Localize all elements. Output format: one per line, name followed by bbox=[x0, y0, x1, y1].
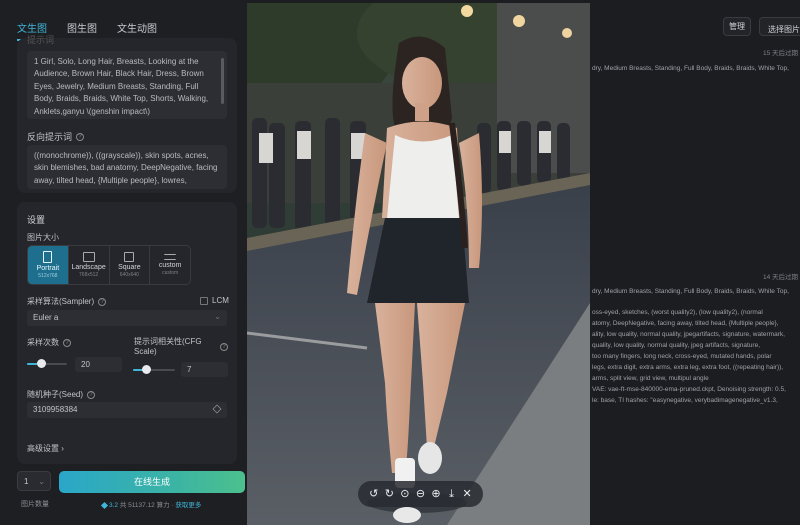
expiry-label: 15 天后过期 bbox=[762, 50, 798, 57]
steps-input[interactable]: 20 bbox=[75, 357, 122, 372]
seed-label: 随机种子(Seed) ? bbox=[27, 389, 96, 400]
cfg-input[interactable]: 7 bbox=[181, 362, 228, 377]
sampler-value: Euler a bbox=[33, 313, 59, 322]
help-icon[interactable]: ? bbox=[98, 297, 107, 306]
portrait-icon bbox=[43, 251, 53, 263]
landscape-icon bbox=[82, 252, 95, 262]
size-name: Square bbox=[118, 264, 141, 271]
slider-handle[interactable] bbox=[37, 359, 46, 368]
image-count-value: 1 bbox=[24, 477, 29, 486]
history-generation-details: oss-eyed, sketches, (worst quality2), (l… bbox=[592, 309, 786, 404]
generate-button[interactable]: 在线生成 bbox=[59, 471, 245, 493]
size-dimensions: 640x640 bbox=[119, 272, 139, 278]
advanced-settings-toggle[interactable]: 高级设置 › bbox=[27, 443, 64, 454]
image-count-label: 图片数量 bbox=[21, 501, 49, 508]
settings-card: 设置 图片大小 Portrait 512x768 Landscape 768x5… bbox=[17, 202, 237, 464]
size-option-custom[interactable]: custom custom bbox=[150, 246, 190, 284]
prompt-text: 1 Girl, Solo, Long Hair, Breasts, Lookin… bbox=[34, 57, 209, 116]
history-prompt-text: dry, Medium Breasts, Standing, Full Body… bbox=[592, 288, 789, 295]
get-more-link[interactable]: 获取更多 bbox=[175, 502, 201, 509]
history-panel: 管理 选择图片 15 天后过期 dry, Medium Breasts, Sta… bbox=[590, 0, 800, 525]
compute-balance: 3.2 共 51137.12 算力 · 获取更多 bbox=[100, 499, 201, 509]
compute-icon bbox=[100, 501, 109, 509]
cost-amount: 3.2 bbox=[109, 502, 119, 509]
manage-button[interactable]: 管理 bbox=[723, 17, 751, 36]
help-icon[interactable]: ? bbox=[63, 338, 71, 347]
steps-label-text: 采样次数 bbox=[27, 338, 59, 347]
history-prompt-text: dry, Medium Breasts, Standing, Full Body… bbox=[592, 65, 789, 72]
image-size-label: 图片大小 bbox=[27, 233, 59, 242]
size-option-square[interactable]: Square 640x640 bbox=[110, 246, 151, 284]
generated-image bbox=[247, 3, 590, 525]
tab-text-to-gif[interactable]: 文生动图 bbox=[117, 20, 157, 40]
steps-slider[interactable] bbox=[27, 359, 67, 368]
lcm-checkbox[interactable]: LCM bbox=[200, 296, 229, 305]
negative-prompt-label: 反向提示词 ? bbox=[27, 130, 85, 143]
chevron-down-icon: ⌄ bbox=[38, 477, 45, 486]
sliders-icon bbox=[164, 254, 177, 260]
slider-handle[interactable] bbox=[141, 365, 151, 374]
generation-panel: 文生图 图生图 文生动图 提示词 1 Girl, Solo, Long Hair… bbox=[0, 0, 247, 525]
size-dimensions: 768x512 bbox=[79, 272, 99, 278]
image-size-selector: Portrait 512x768 Landscape 768x512 Squar… bbox=[27, 245, 191, 285]
expiry-label: 14 天后过期 bbox=[762, 274, 798, 281]
dice-icon[interactable] bbox=[212, 404, 222, 414]
chevron-down-icon: ⌄ bbox=[214, 312, 221, 321]
seed-input[interactable]: 3109958384 bbox=[27, 402, 227, 418]
size-name: Landscape bbox=[71, 264, 106, 271]
help-icon[interactable]: ? bbox=[87, 390, 96, 399]
settings-title: 设置 bbox=[27, 215, 46, 225]
rotate-left-icon[interactable]: ↺ bbox=[368, 488, 380, 500]
size-dimensions: 512x768 bbox=[38, 273, 58, 279]
lcm-label: LCM bbox=[212, 296, 229, 305]
scrollbar[interactable] bbox=[221, 58, 224, 104]
image-count-select[interactable]: 1 ⌄ bbox=[17, 471, 51, 491]
zoom-out-icon[interactable]: ⊖ bbox=[414, 488, 426, 500]
size-option-landscape[interactable]: Landscape 768x512 bbox=[69, 246, 110, 284]
cfg-slider[interactable] bbox=[133, 365, 175, 374]
size-name: custom bbox=[158, 262, 182, 269]
square-icon bbox=[124, 252, 135, 262]
size-name: Portrait bbox=[36, 265, 60, 272]
steps-label: 采样次数 ? bbox=[27, 337, 71, 348]
image-viewer-toolbar: ↺ ↻ ⊙ ⊖ ⊕ ⤓ ✕ bbox=[358, 481, 483, 507]
rotate-right-icon[interactable]: ↻ bbox=[383, 488, 395, 500]
seed-label-text: 随机种子(Seed) bbox=[27, 390, 84, 399]
help-icon[interactable]: ? bbox=[220, 343, 228, 351]
size-option-portrait[interactable]: Portrait 512x768 bbox=[28, 246, 69, 284]
sampler-label: 采样算法(Sampler) ? bbox=[27, 296, 107, 307]
zoom-in-icon[interactable]: ⊕ bbox=[430, 488, 442, 500]
download-icon[interactable]: ⤓ bbox=[446, 488, 458, 500]
cfg-label: 提示词相关性(CFG Scale) bbox=[134, 337, 202, 356]
tab-image-to-image[interactable]: 图生图 bbox=[67, 20, 97, 40]
negative-prompt-label-text: 反向提示词 bbox=[27, 132, 73, 142]
seed-value: 3109958384 bbox=[33, 405, 78, 414]
checkbox-icon[interactable] bbox=[200, 296, 208, 305]
negative-prompt-input[interactable]: ((monochrome)), ((grayscale)), skin spot… bbox=[27, 145, 227, 189]
sampler-label-text: 采样算法(Sampler) bbox=[27, 297, 95, 306]
close-icon[interactable]: ✕ bbox=[461, 488, 473, 500]
reset-icon[interactable]: ⊙ bbox=[399, 488, 411, 500]
prompt-input[interactable]: 1 Girl, Solo, Long Hair, Breasts, Lookin… bbox=[27, 51, 227, 119]
street-photo-image bbox=[247, 3, 590, 525]
prompt-card: 提示词 1 Girl, Solo, Long Hair, Breasts, Lo… bbox=[17, 35, 237, 193]
sampler-select[interactable]: Euler a ⌄ bbox=[27, 310, 227, 326]
select-images-button[interactable]: 选择图片 bbox=[759, 17, 800, 36]
help-icon[interactable]: ? bbox=[76, 132, 85, 141]
size-dimensions: custom bbox=[162, 270, 179, 276]
balance-text: 共 51137.12 算力 · bbox=[119, 502, 174, 509]
prompt-label: 提示词 bbox=[27, 35, 55, 45]
negative-prompt-text: ((monochrome)), ((grayscale)), skin spot… bbox=[34, 151, 218, 185]
